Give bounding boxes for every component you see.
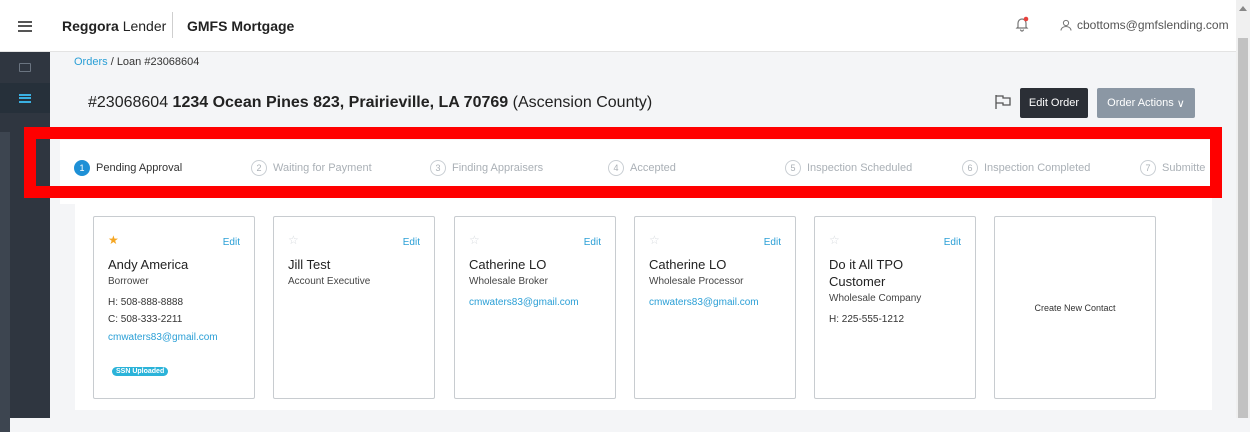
sidebar-lower-panel <box>0 132 10 432</box>
star-icon[interactable]: ☆ <box>649 234 660 246</box>
contact-card-borrower: ★ Edit Andy America Borrower H: 508-888-… <box>93 216 255 399</box>
contact-role: Wholesale Company <box>829 293 922 304</box>
chevron-down-icon: ∨ <box>1176 97 1185 110</box>
highlight-box <box>24 127 1222 198</box>
hamburger-menu-button[interactable] <box>0 0 50 52</box>
scroll-up-arrow-icon[interactable] <box>1239 6 1247 11</box>
contact-card-wholesale-broker: ☆ Edit Catherine LO Wholesale Broker cmw… <box>454 216 616 399</box>
list-icon <box>19 93 31 103</box>
brand-name: Reggora <box>62 18 119 34</box>
brand-suffix: Lender <box>122 18 167 34</box>
contact-role: Wholesale Processor <box>649 276 744 287</box>
scrollbar-thumb[interactable] <box>1238 38 1248 418</box>
contact-home-phone: H: 225-555-1212 <box>829 314 905 325</box>
brand-divider <box>172 12 173 38</box>
edit-contact-link[interactable]: Edit <box>764 237 781 248</box>
contact-card-account-executive: ☆ Edit Jill Test Account Executive <box>273 216 435 399</box>
folder-icon <box>19 62 31 72</box>
edit-contact-link[interactable]: Edit <box>944 237 961 248</box>
contact-name: Catherine LO <box>469 257 547 272</box>
breadcrumb: Orders / Loan #23068604 <box>74 56 199 68</box>
user-email: cbottoms@gmfslending.com <box>1077 18 1229 32</box>
page-title: #23068604 1234 Ocean Pines 823, Prairiev… <box>88 94 652 112</box>
breadcrumb-current: Loan #23068604 <box>116 56 200 68</box>
brand-logo: Reggora Lender <box>62 18 166 34</box>
create-new-contact-label: Create New Contact <box>1034 302 1116 313</box>
contact-name: Jill Test <box>288 257 331 272</box>
contact-email-link[interactable]: cmwaters83@gmail.com <box>649 295 781 310</box>
breadcrumb-orders-link[interactable]: Orders <box>74 56 108 68</box>
contact-home-phone: H: 508-888-8888 <box>108 297 184 308</box>
contact-role: Wholesale Broker <box>469 276 548 287</box>
contact-role: Account Executive <box>288 276 371 287</box>
order-actions-dropdown[interactable]: Order Actions ∨ <box>1097 88 1195 118</box>
user-menu[interactable]: cbottoms@gmfslending.com <box>1060 18 1229 32</box>
contact-role: Borrower <box>108 276 149 287</box>
notification-bell-icon[interactable] <box>1015 16 1029 32</box>
order-actions-label: Order Actions <box>1107 97 1174 109</box>
user-icon <box>1060 19 1072 31</box>
sidebar <box>0 52 50 432</box>
contact-name: Catherine LO <box>649 257 727 272</box>
edit-order-button[interactable]: Edit Order <box>1020 88 1088 118</box>
edit-contact-link[interactable]: Edit <box>403 237 420 248</box>
contact-name: Andy America <box>108 257 189 272</box>
scrollbar[interactable] <box>1236 0 1250 418</box>
top-bar: Reggora Lender GMFS Mortgage cbottoms@gm… <box>0 0 1250 52</box>
ssn-uploaded-badge: SSN Uploaded <box>112 367 169 376</box>
star-icon-filled[interactable]: ★ <box>108 234 119 246</box>
hamburger-icon <box>18 20 32 32</box>
contact-card-wholesale-processor: ☆ Edit Catherine LO Wholesale Processor … <box>634 216 796 399</box>
property-county: (Ascension County) <box>512 94 653 111</box>
star-icon[interactable]: ☆ <box>829 234 840 246</box>
create-new-contact-card[interactable]: Create New Contact <box>994 216 1156 399</box>
edit-contact-link[interactable]: Edit <box>223 237 240 248</box>
contact-email-link[interactable]: cmwaters83@gmail.com <box>469 295 601 310</box>
sidebar-item-folders[interactable] <box>0 52 50 82</box>
breadcrumb-separator: / <box>110 56 114 68</box>
contact-name: Do it All TPO Customer <box>829 257 904 289</box>
edit-contact-link[interactable]: Edit <box>584 237 601 248</box>
property-address: 1234 Ocean Pines 823, Prairieville, LA 7… <box>172 94 509 111</box>
star-icon[interactable]: ☆ <box>469 234 480 246</box>
star-icon[interactable]: ☆ <box>288 234 299 246</box>
sidebar-item-orders[interactable] <box>0 83 50 113</box>
contact-card-wholesale-company: ☆ Edit Do it All TPO Customer Wholesale … <box>814 216 976 399</box>
loan-number: #23068604 <box>88 94 169 111</box>
flag-icon[interactable] <box>994 94 1012 110</box>
contact-cell-phone: C: 508-333-2211 <box>108 314 183 325</box>
contact-email-link[interactable]: cmwaters83@gmail.com <box>108 330 240 345</box>
company-name: GMFS Mortgage <box>187 18 295 34</box>
